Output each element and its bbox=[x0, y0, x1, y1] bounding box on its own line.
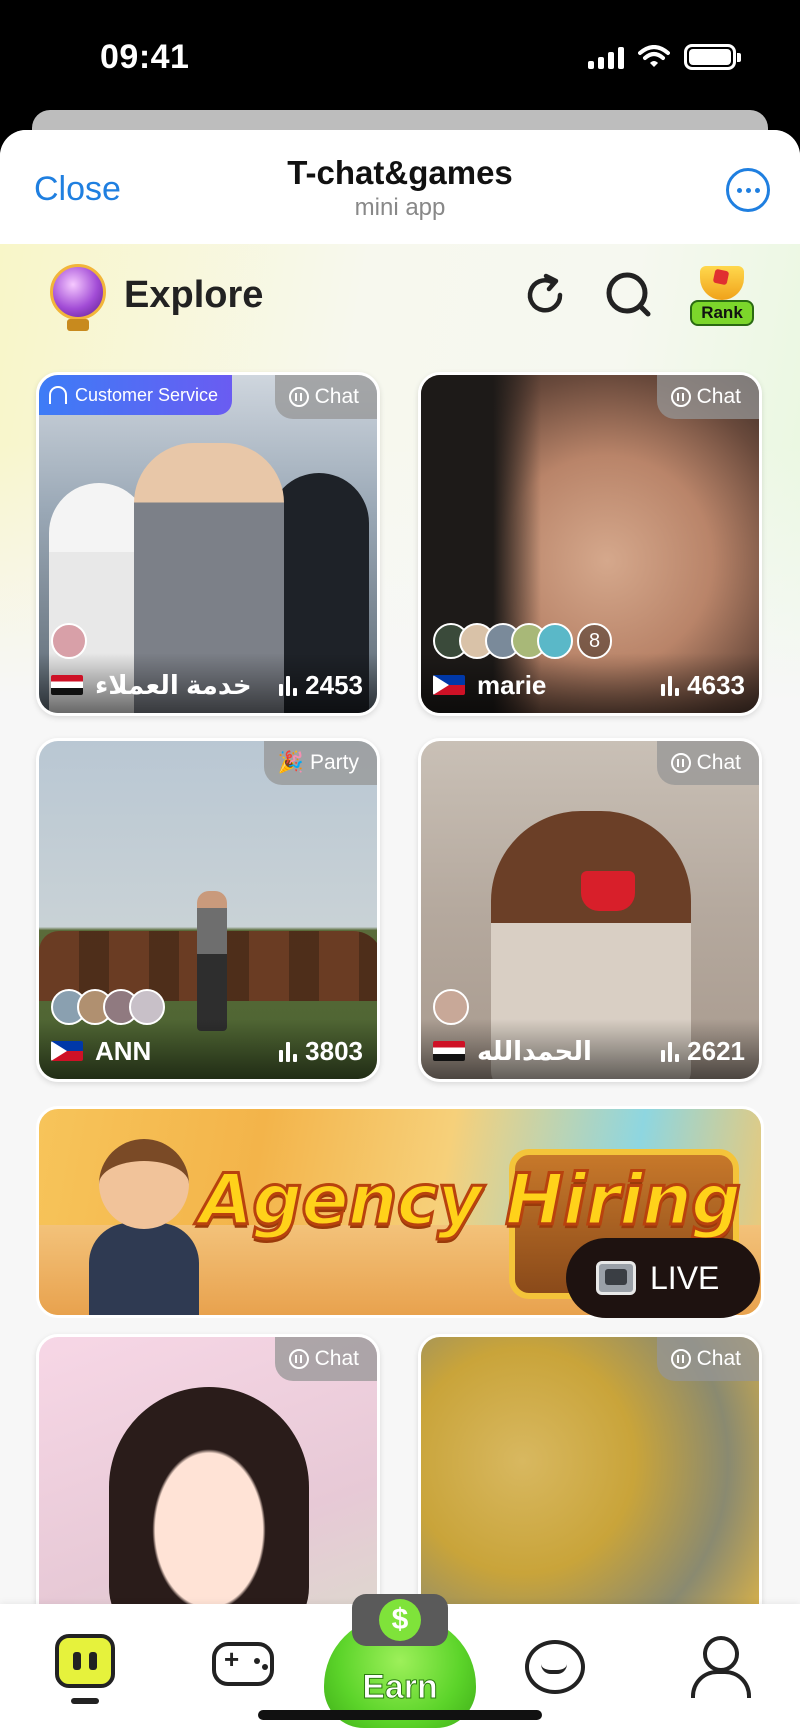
chat-type-icon bbox=[670, 753, 691, 773]
room-type-label: Party bbox=[309, 751, 359, 774]
audio-bars-icon bbox=[661, 1041, 680, 1062]
dollar-symbol: $ bbox=[379, 1599, 421, 1641]
chat-type-icon bbox=[288, 387, 309, 407]
listener-count: 2621 bbox=[661, 1036, 745, 1067]
status-time: 09:41 bbox=[100, 38, 190, 76]
mini-app-sheet: Close T-chat&games mini app Explore Rank bbox=[0, 130, 800, 1734]
trophy-icon bbox=[700, 266, 744, 300]
more-members-count: 8 bbox=[577, 623, 613, 659]
nav-games-tab[interactable] bbox=[212, 1634, 276, 1698]
battery-icon bbox=[684, 44, 741, 70]
room-type-label: Chat bbox=[314, 1347, 359, 1370]
rank-label: Rank bbox=[690, 300, 754, 326]
cartoon-character-image bbox=[79, 1139, 209, 1315]
listener-count: 4633 bbox=[661, 670, 745, 701]
avatar bbox=[51, 623, 87, 659]
nav-profile-tab[interactable] bbox=[685, 1634, 751, 1698]
room-name: الحمدالله bbox=[477, 1036, 592, 1066]
listener-count: 2453 bbox=[279, 670, 363, 701]
avatar bbox=[129, 989, 165, 1025]
earn-label: Earn bbox=[362, 1668, 439, 1707]
live-label: LIVE bbox=[650, 1259, 720, 1296]
member-avatars bbox=[433, 989, 469, 1025]
chat-type-icon bbox=[670, 387, 691, 407]
more-options-button[interactable] bbox=[726, 168, 770, 212]
egypt-flag-icon bbox=[433, 1041, 465, 1061]
room-type-label: Chat bbox=[696, 1347, 741, 1370]
nav-home-tab[interactable] bbox=[55, 1634, 119, 1704]
party-icon: 🎉 bbox=[277, 751, 304, 774]
mini-app-subtitle: mini app bbox=[354, 194, 446, 221]
room-name: marie bbox=[477, 670, 547, 700]
room-type-tag: 🎉 Party bbox=[263, 741, 377, 785]
listener-count-value: 4633 bbox=[687, 670, 745, 700]
active-tab-indicator bbox=[71, 1698, 99, 1704]
audio-bars-icon bbox=[279, 1041, 298, 1062]
room-type-tag: Chat bbox=[274, 1337, 377, 1381]
wifi-icon bbox=[638, 45, 670, 67]
egypt-flag-icon bbox=[51, 675, 83, 695]
nav-messages-tab[interactable] bbox=[525, 1634, 589, 1698]
listener-count-value: 2453 bbox=[305, 670, 363, 700]
search-icon[interactable] bbox=[604, 270, 654, 320]
room-card[interactable]: Chat الحمدالله 2621 bbox=[418, 738, 762, 1082]
audio-bars-icon bbox=[279, 675, 298, 696]
tv-icon bbox=[596, 1261, 636, 1295]
headset-icon bbox=[49, 386, 67, 404]
room-card[interactable]: Customer Service Chat خدمة العملاء 2453 bbox=[36, 372, 380, 716]
room-name: ANN bbox=[95, 1036, 152, 1066]
room-type-label: Chat bbox=[696, 385, 741, 408]
room-type-label: Chat bbox=[696, 751, 741, 774]
message-bubble-icon bbox=[525, 1640, 585, 1694]
cellular-signal-icon bbox=[588, 45, 624, 69]
customer-service-badge: Customer Service bbox=[39, 375, 233, 415]
listener-count: 3803 bbox=[279, 1036, 363, 1067]
room-type-tag: Chat bbox=[656, 375, 759, 419]
room-type-tag: Chat bbox=[656, 741, 759, 785]
mini-app-title: T-chat&games bbox=[287, 154, 513, 191]
home-icon bbox=[55, 1634, 115, 1688]
member-avatars: 8 bbox=[433, 623, 613, 659]
home-indicator-bar bbox=[258, 1710, 542, 1720]
member-avatars bbox=[51, 989, 165, 1025]
rank-button[interactable]: Rank bbox=[690, 266, 754, 328]
status-icons bbox=[588, 44, 741, 70]
chat-type-icon bbox=[288, 1349, 309, 1369]
profile-icon bbox=[685, 1634, 751, 1698]
philippines-flag-icon bbox=[51, 1041, 83, 1061]
mini-app-header: Close T-chat&games mini app bbox=[0, 130, 800, 244]
philippines-flag-icon bbox=[433, 675, 465, 695]
explore-title: Explore bbox=[124, 274, 264, 316]
room-type-tag: Chat bbox=[656, 1337, 759, 1381]
room-name: خدمة العملاء bbox=[95, 670, 252, 700]
status-bar: 09:41 bbox=[0, 0, 800, 110]
app-logo-icon bbox=[50, 264, 106, 331]
live-button[interactable]: LIVE bbox=[566, 1238, 760, 1318]
avatar bbox=[433, 989, 469, 1025]
member-avatars bbox=[51, 623, 87, 659]
room-card[interactable]: 🎉 Party ANN 3803 bbox=[36, 738, 380, 1082]
listener-count-value: 2621 bbox=[687, 1036, 745, 1066]
refresh-icon[interactable] bbox=[522, 272, 568, 318]
listener-count-value: 3803 bbox=[305, 1036, 363, 1066]
room-type-label: Chat bbox=[314, 385, 359, 408]
audio-bars-icon bbox=[661, 675, 680, 696]
explore-header: Explore Rank bbox=[0, 244, 800, 374]
room-card[interactable]: Chat 8 marie 4633 bbox=[418, 372, 762, 716]
room-type-tag: Chat bbox=[274, 375, 377, 419]
chat-type-icon bbox=[670, 1349, 691, 1369]
customer-service-label: Customer Service bbox=[75, 384, 219, 405]
money-icon: $ bbox=[352, 1594, 448, 1646]
gamepad-icon bbox=[212, 1642, 274, 1686]
banner-headline: Agency Hiring bbox=[197, 1158, 742, 1243]
avatar bbox=[537, 623, 573, 659]
